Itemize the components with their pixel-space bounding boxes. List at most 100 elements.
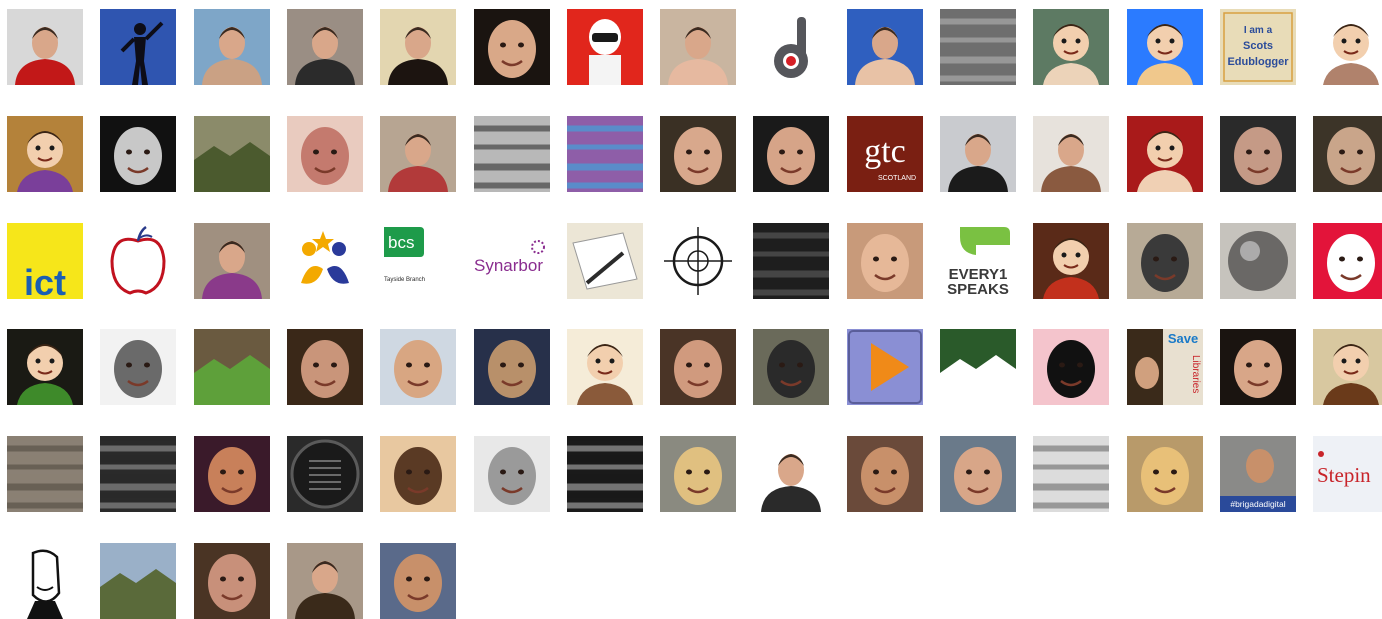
gtc-scotland-logo-icon[interactable]: gtc SCOTLAND (847, 116, 923, 192)
mixing-desk-icon[interactable] (474, 116, 550, 192)
cartoon-man-happy-icon[interactable] (567, 329, 643, 405)
letter-d-logo-icon[interactable] (753, 9, 829, 85)
bald-man-smiling-icon[interactable] (940, 436, 1016, 512)
bcs-tayside-logo-icon[interactable]: bcs Tayside Branch (380, 223, 456, 299)
glitch-dark-icon[interactable] (100, 436, 176, 512)
woman-cafe-icon[interactable] (287, 543, 363, 619)
stepin-logo-icon[interactable]: Stepin (1313, 436, 1382, 512)
apple-outline-icon[interactable] (100, 223, 176, 299)
green-hat-figure-icon[interactable] (7, 329, 83, 405)
woman-blonde-curly-icon[interactable] (1127, 436, 1203, 512)
grey-abstract-icon-image (940, 9, 1016, 85)
wood-carving-icon[interactable] (7, 436, 83, 512)
every1-speaks-logo-icon[interactable]: EVERY1 SPEAKS (940, 223, 1016, 299)
man-hiking-icon[interactable] (100, 543, 176, 619)
woman-green-top-icon-image (753, 116, 829, 192)
woman-green-top-icon[interactable] (753, 116, 829, 192)
man-glasses-beard-icon[interactable] (287, 329, 363, 405)
person-red-jacket-icon[interactable] (7, 9, 83, 85)
woman-dark-hair-smile-icon[interactable] (1220, 329, 1296, 405)
save-libraries-icon-image: Save Libraries (1127, 329, 1203, 405)
pen-notebook-icon[interactable] (567, 223, 643, 299)
woman-brown-hair-icon[interactable] (1033, 116, 1109, 192)
bcs-tayside-logo-icon-image: bcs Tayside Branch (380, 223, 456, 299)
woman-purple-icon[interactable] (194, 223, 270, 299)
plaque-icon[interactable] (287, 436, 363, 512)
woman-blonde-bob-icon[interactable] (660, 436, 736, 512)
woman-blonde-red-icon[interactable] (380, 116, 456, 192)
landscape-clouds-icon-image (194, 116, 270, 192)
animal-muppet-icon-image (1033, 223, 1109, 299)
fisheye-face-icon[interactable] (194, 436, 270, 512)
woman-closeup-icon[interactable] (847, 223, 923, 299)
crosshair-icon[interactable] (660, 223, 736, 299)
man-grey-hair-icon[interactable] (1220, 116, 1296, 192)
crosshair-icon-image (660, 223, 736, 299)
grey-abstract-icon[interactable] (940, 9, 1016, 85)
save-libraries-icon[interactable]: Save Libraries (1127, 329, 1203, 405)
man-monitor-icon[interactable] (753, 329, 829, 405)
woman-flower-icon-image (660, 9, 736, 85)
ict-logo-icon-image: ict (7, 223, 83, 299)
mii-avatar-icon-image (1127, 9, 1203, 85)
man-bw-desk-icon[interactable] (753, 436, 829, 512)
lego-stig-icon[interactable] (567, 9, 643, 85)
football-player-icon[interactable] (940, 329, 1016, 405)
logo-text: gtc (864, 133, 906, 170)
landscape-clouds-icon[interactable] (194, 116, 270, 192)
screenshot-collage-icon-image (567, 116, 643, 192)
dark-blur-icon[interactable] (753, 223, 829, 299)
cartoon-girl-icon[interactable] (7, 116, 83, 192)
synarbor-logo-icon[interactable]: Synarbor (474, 223, 550, 299)
bearded-man-cartoon-icon[interactable] (1313, 9, 1382, 85)
glitch-dark-icon-image (100, 436, 176, 512)
silhouette-icon[interactable] (100, 9, 176, 85)
plant-leaves-icon[interactable] (194, 329, 270, 405)
woman-laughing-icon[interactable] (380, 436, 456, 512)
cartoon-glasses-man-icon[interactable] (1313, 329, 1382, 405)
man-suit-icon[interactable] (847, 436, 923, 512)
man-with-baby-icon[interactable] (287, 9, 363, 85)
woman-smiling-icon[interactable] (474, 9, 550, 85)
mii-avatar-icon[interactable] (1127, 9, 1203, 85)
stone-head-icon[interactable] (474, 436, 550, 512)
scots-edublogger-badge-icon[interactable]: I am a Scots Edublogger (1220, 9, 1296, 85)
man-night-sky-icon[interactable] (474, 329, 550, 405)
crystal-ball-icon[interactable] (1220, 223, 1296, 299)
man-sunglasses-icon[interactable] (380, 543, 456, 619)
woman-flower-icon[interactable] (660, 9, 736, 85)
screenshot-collage-icon[interactable] (567, 116, 643, 192)
man-curly-hair-icon[interactable] (1313, 116, 1382, 192)
bald-man-icon[interactable] (194, 9, 270, 85)
animal-muppet-icon[interactable] (1033, 223, 1109, 299)
cartoon-boy-red-icon[interactable] (1127, 116, 1203, 192)
man-monitor-icon-image (753, 329, 829, 405)
cartoon-mustache-icon[interactable] (1033, 9, 1109, 85)
man-glasses-beard-icon-image (287, 329, 363, 405)
woman-dark-hair-icon[interactable] (380, 9, 456, 85)
bw-stripes-icon[interactable] (567, 436, 643, 512)
cartoon-mustache-icon-image (1033, 9, 1109, 85)
children-stars-logo-icon[interactable] (287, 223, 363, 299)
green-hat-figure-icon-image (7, 329, 83, 405)
woman-selfie-icon[interactable] (287, 116, 363, 192)
woman-sketch-icon[interactable] (1033, 329, 1109, 405)
cartoon-sketch-man-icon[interactable] (7, 543, 83, 619)
man-blue-background-icon[interactable] (847, 9, 923, 85)
joker-icon[interactable] (100, 116, 176, 192)
man-bald-grey-icon[interactable] (100, 329, 176, 405)
man-blonde-blue-icon[interactable] (380, 329, 456, 405)
man-glasses-smiling-icon[interactable] (660, 116, 736, 192)
woman-dark-selfie-icon[interactable] (660, 329, 736, 405)
logo-text: Synarbor (474, 256, 543, 275)
grey-pixelated-icon[interactable] (1033, 436, 1109, 512)
play-button-icon[interactable] (847, 329, 923, 405)
man-yellow-tie-icon[interactable] (940, 116, 1016, 192)
man-glasses-selfie-icon[interactable] (1127, 223, 1203, 299)
red-portrait-icon[interactable] (1313, 223, 1382, 299)
ict-logo-icon[interactable]: ict (7, 223, 83, 299)
woman-glasses-books-icon[interactable] (194, 543, 270, 619)
man-bald-grey-icon-image (100, 329, 176, 405)
brigada-digital-icon[interactable]: #brigadadigital (1220, 436, 1296, 512)
badge-text: Edublogger (1227, 56, 1289, 68)
